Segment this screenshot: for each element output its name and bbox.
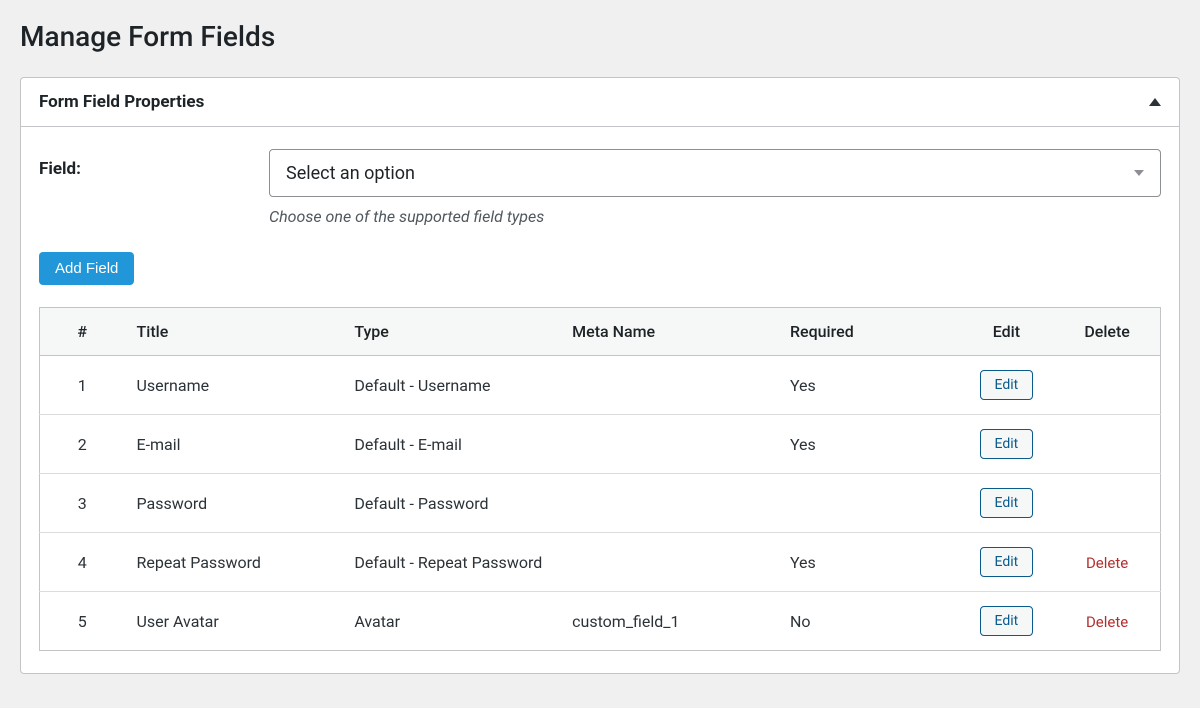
col-header-meta: Meta Name <box>560 308 778 356</box>
table-row: 4Repeat PasswordDefault - Repeat Passwor… <box>40 533 1161 592</box>
edit-button[interactable]: Edit <box>980 429 1034 459</box>
cell-required: No <box>778 592 959 651</box>
cell-type: Default - Username <box>342 356 560 415</box>
cell-num: 4 <box>40 533 125 592</box>
col-header-delete: Delete <box>1054 308 1160 356</box>
field-row: Field: Select an option Choose one of th… <box>39 149 1161 226</box>
field-type-select[interactable]: Select an option <box>269 149 1161 197</box>
fields-table: # Title Type Meta Name Required Edit Del… <box>39 307 1161 651</box>
cell-edit: Edit <box>959 415 1055 474</box>
cell-num: 5 <box>40 592 125 651</box>
col-header-num: # <box>40 308 125 356</box>
edit-button[interactable]: Edit <box>980 488 1034 518</box>
field-hint: Choose one of the supported field types <box>269 207 1161 226</box>
cell-delete <box>1054 415 1160 474</box>
field-label: Field: <box>39 149 249 179</box>
cell-type: Default - Password <box>342 474 560 533</box>
cell-num: 2 <box>40 415 125 474</box>
cell-title: Repeat Password <box>125 533 343 592</box>
panel-header-title: Form Field Properties <box>39 92 204 112</box>
table-row: 1UsernameDefault - Username Yes Edit <box>40 356 1161 415</box>
cell-delete <box>1054 474 1160 533</box>
cell-type: Default - E-mail <box>342 415 560 474</box>
cell-edit: Edit <box>959 356 1055 415</box>
cell-meta: custom_field_1 <box>560 592 778 651</box>
col-header-edit: Edit <box>959 308 1055 356</box>
cell-required: Yes <box>778 356 959 415</box>
edit-button[interactable]: Edit <box>980 606 1034 636</box>
col-header-type: Type <box>342 308 560 356</box>
cell-delete: Delete <box>1054 592 1160 651</box>
cell-title: User Avatar <box>125 592 343 651</box>
table-row: 2E-mailDefault - E-mail Yes Edit <box>40 415 1161 474</box>
cell-title: Username <box>125 356 343 415</box>
col-header-title: Title <box>125 308 343 356</box>
fields-table-wrap: # Title Type Meta Name Required Edit Del… <box>39 307 1161 651</box>
page-title: Manage Form Fields <box>20 20 1180 53</box>
cell-num: 3 <box>40 474 125 533</box>
table-row: 3PasswordDefault - Password Edit <box>40 474 1161 533</box>
add-field-button[interactable]: Add Field <box>39 252 134 285</box>
collapse-icon <box>1149 98 1161 106</box>
table-header-row: # Title Type Meta Name Required Edit Del… <box>40 308 1161 356</box>
col-header-required: Required <box>778 308 959 356</box>
form-field-panel: Form Field Properties Field: Select an o… <box>20 77 1180 674</box>
edit-button[interactable]: Edit <box>980 370 1034 400</box>
cell-meta <box>560 356 778 415</box>
cell-delete <box>1054 356 1160 415</box>
cell-required: Yes <box>778 533 959 592</box>
delete-link[interactable]: Delete <box>1086 554 1128 572</box>
cell-meta <box>560 474 778 533</box>
cell-required <box>778 474 959 533</box>
panel-header[interactable]: Form Field Properties <box>21 78 1179 127</box>
cell-edit: Edit <box>959 533 1055 592</box>
cell-num: 1 <box>40 356 125 415</box>
cell-edit: Edit <box>959 474 1055 533</box>
cell-edit: Edit <box>959 592 1055 651</box>
panel-body: Field: Select an option Choose one of th… <box>21 127 1179 673</box>
cell-title: Password <box>125 474 343 533</box>
chevron-down-icon <box>1134 170 1144 176</box>
field-control: Select an option Choose one of the suppo… <box>269 149 1161 226</box>
edit-button[interactable]: Edit <box>980 547 1034 577</box>
cell-title: E-mail <box>125 415 343 474</box>
cell-meta <box>560 415 778 474</box>
cell-type: Default - Repeat Password <box>342 533 560 592</box>
delete-link[interactable]: Delete <box>1086 613 1128 631</box>
cell-type: Avatar <box>342 592 560 651</box>
cell-meta <box>560 533 778 592</box>
cell-required: Yes <box>778 415 959 474</box>
select-value: Select an option <box>286 163 415 184</box>
cell-delete: Delete <box>1054 533 1160 592</box>
table-row: 5User AvatarAvatarcustom_field_1No Edit De… <box>40 592 1161 651</box>
